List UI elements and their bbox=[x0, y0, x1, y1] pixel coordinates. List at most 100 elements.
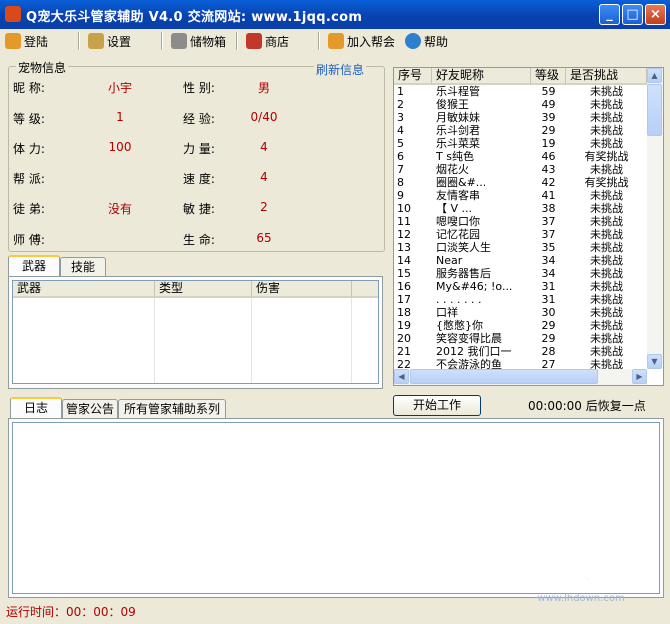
friend-nickname: 口淡笑人生 bbox=[436, 241, 491, 254]
friend-challenge-status: 未挑战 bbox=[590, 254, 623, 267]
friend-nickname: 月敏妹妹 bbox=[436, 111, 480, 124]
friend-row[interactable]: 6 T s纯色 46 有奖挑战 bbox=[394, 150, 647, 163]
svg-text:www.lhdown.com: www.lhdown.com bbox=[537, 593, 624, 603]
power-label: 力 量: bbox=[183, 142, 215, 156]
friend-nickname: 乐斗程管 bbox=[436, 85, 480, 98]
recover-time-text: 00:00:00 后恢复一点 bbox=[528, 399, 646, 413]
friend-row[interactable]: 3 月敏妹妹 39 未挑战 bbox=[394, 111, 647, 124]
friend-row[interactable]: 5 乐斗菜菜 19 未挑战 bbox=[394, 137, 647, 150]
friend-challenge-status: 未挑战 bbox=[590, 202, 623, 215]
friend-row[interactable]: 12 记忆花园 37 未挑战 bbox=[394, 228, 647, 241]
friend-challenge-status: 未挑战 bbox=[590, 163, 623, 176]
damage-column-header[interactable]: 伤害 bbox=[252, 281, 352, 298]
scroll-left-button[interactable]: ◀ bbox=[394, 369, 409, 384]
join-guild-label: 加入帮会 bbox=[347, 34, 396, 49]
tab-notice[interactable]: 管家公告 bbox=[62, 399, 118, 419]
friend-row[interactable]: 1 乐斗程管 59 未挑战 bbox=[394, 85, 647, 98]
tab-log[interactable]: 日志 bbox=[10, 397, 62, 419]
friend-index: 5 bbox=[397, 137, 404, 150]
login-button[interactable]: 登陆 bbox=[5, 31, 48, 51]
friend-challenge-status: 未挑战 bbox=[590, 215, 623, 228]
stamina-value: 100 bbox=[108, 140, 132, 154]
join-guild-button[interactable]: 加入帮会 bbox=[328, 31, 395, 51]
friend-row[interactable]: 9 友情客串 41 未挑战 bbox=[394, 189, 647, 202]
friend-challenge-status: 有奖挑战 bbox=[584, 150, 629, 163]
friend-row[interactable]: 18 口祥 30 未挑战 bbox=[394, 306, 647, 319]
friend-challenge-status: 未挑战 bbox=[590, 189, 623, 202]
friends-list[interactable]: 序号 好友昵称 等级 是否挑战 1 乐斗程管 59 未挑战 2 俊猴王 49 未挑战 3 月敏妹妹… bbox=[393, 67, 664, 386]
friend-row[interactable]: 2 俊猴王 49 未挑战 bbox=[394, 98, 647, 111]
minimize-button[interactable]: _ bbox=[599, 4, 620, 25]
friend-challenge-status: 未挑战 bbox=[590, 267, 623, 280]
tab-series[interactable]: 所有管家辅助系列 bbox=[118, 399, 226, 419]
friend-nickname: {憋憋}你 bbox=[436, 319, 483, 332]
scroll-thumb[interactable] bbox=[647, 84, 662, 136]
friend-nickname: . . . . . . . bbox=[436, 293, 482, 306]
maximize-button[interactable]: □ bbox=[622, 4, 643, 25]
scroll-down-button[interactable]: ▼ bbox=[647, 354, 662, 369]
friend-row[interactable]: 11 嗯嗖口你 37 未挑战 bbox=[394, 215, 647, 228]
level-value: 1 bbox=[116, 110, 124, 124]
friend-row[interactable]: 14 Near 34 未挑战 bbox=[394, 254, 647, 267]
scroll-right-button[interactable]: ▶ bbox=[632, 369, 647, 384]
close-button[interactable]: × bbox=[645, 4, 666, 25]
power-value: 4 bbox=[260, 140, 268, 154]
login-label: 登陆 bbox=[24, 34, 49, 49]
friend-row[interactable]: 19 {憋憋}你 29 未挑战 bbox=[394, 319, 647, 332]
friends-vscrollbar[interactable]: ▲ ▼ bbox=[647, 68, 663, 369]
start-work-button[interactable]: 开始工作 bbox=[393, 395, 481, 416]
exp-value: 0/40 bbox=[250, 110, 278, 124]
friend-level: 41 bbox=[541, 189, 556, 202]
friend-row[interactable]: 10 【 V ... 38 未挑战 bbox=[394, 202, 647, 215]
friend-level: 59 bbox=[541, 85, 556, 98]
friend-row[interactable]: 4 乐斗剑君 29 未挑战 bbox=[394, 124, 647, 137]
friend-index: 4 bbox=[397, 124, 404, 137]
refresh-info-link[interactable]: 刷新信息 bbox=[314, 61, 367, 78]
tab-weapon[interactable]: 武器 bbox=[8, 255, 60, 277]
friend-row[interactable]: 13 口淡笑人生 35 未挑战 bbox=[394, 241, 647, 254]
weapon-list[interactable]: 武器 类型 伤害 bbox=[12, 280, 379, 384]
life-value: 65 bbox=[256, 231, 272, 245]
nickname-column-header[interactable]: 好友昵称 bbox=[432, 68, 531, 85]
level-column-header[interactable]: 等级 bbox=[531, 68, 566, 85]
title-bar[interactable]: Q宠大乐斗管家辅助 V4.0 交流网站: www.1jqq.com _ □ × bbox=[0, 0, 670, 29]
friend-level: 39 bbox=[541, 111, 556, 124]
friend-challenge-status: 未挑战 bbox=[590, 137, 623, 150]
index-column-header[interactable]: 序号 bbox=[394, 68, 432, 85]
weapon-column-header[interactable]: 武器 bbox=[13, 281, 155, 298]
agility-label: 敏 捷: bbox=[183, 202, 215, 216]
friend-row[interactable]: 15 服务器售后 34 未挑战 bbox=[394, 267, 647, 280]
friend-nickname: 友情客串 bbox=[436, 189, 480, 202]
friend-nickname: 口祥 bbox=[436, 306, 458, 319]
exp-label: 经 验: bbox=[183, 112, 215, 126]
friend-row[interactable]: 20 笑容变得比晨 29 未挑战 bbox=[394, 332, 647, 345]
friend-row[interactable]: 8 圈圈&#... 42 有奖挑战 bbox=[394, 176, 647, 189]
settings-button[interactable]: 设置 bbox=[88, 31, 131, 51]
toolbar-separator bbox=[78, 32, 80, 50]
storage-button[interactable]: 储物箱 bbox=[171, 31, 226, 51]
shop-label: 商店 bbox=[265, 34, 290, 49]
toolbar-separator bbox=[161, 32, 163, 50]
friends-hscrollbar[interactable]: ◀ ▶ bbox=[394, 369, 647, 385]
scroll-up-button[interactable]: ▲ bbox=[647, 68, 662, 83]
friend-row[interactable]: 7 烟花火 43 未挑战 bbox=[394, 163, 647, 176]
speed-label: 速 度: bbox=[183, 172, 215, 186]
friend-challenge-status: 未挑战 bbox=[590, 98, 623, 111]
friend-challenge-status: 未挑战 bbox=[590, 124, 623, 137]
friend-index: 18 bbox=[397, 306, 411, 319]
friend-level: 34 bbox=[541, 267, 556, 280]
friend-level: 28 bbox=[541, 345, 556, 358]
friend-level: 29 bbox=[541, 124, 556, 137]
tab-skill[interactable]: 技能 bbox=[60, 257, 106, 277]
app-icon bbox=[5, 6, 21, 22]
friend-row[interactable]: 21 2012 我们口一 28 未挑战 bbox=[394, 345, 647, 358]
hscroll-thumb[interactable] bbox=[410, 369, 598, 384]
grid-line bbox=[154, 298, 155, 383]
friend-row[interactable]: 16 Мy&#46; !o... 31 未挑战 bbox=[394, 280, 647, 293]
friend-index: 20 bbox=[397, 332, 411, 345]
challenge-column-header[interactable]: 是否挑战 bbox=[566, 68, 647, 85]
help-button[interactable]: 帮助 bbox=[405, 31, 448, 51]
shop-button[interactable]: 商店 bbox=[246, 31, 289, 51]
friend-row[interactable]: 17 . . . . . . . 31 未挑战 bbox=[394, 293, 647, 306]
type-column-header[interactable]: 类型 bbox=[155, 281, 252, 298]
